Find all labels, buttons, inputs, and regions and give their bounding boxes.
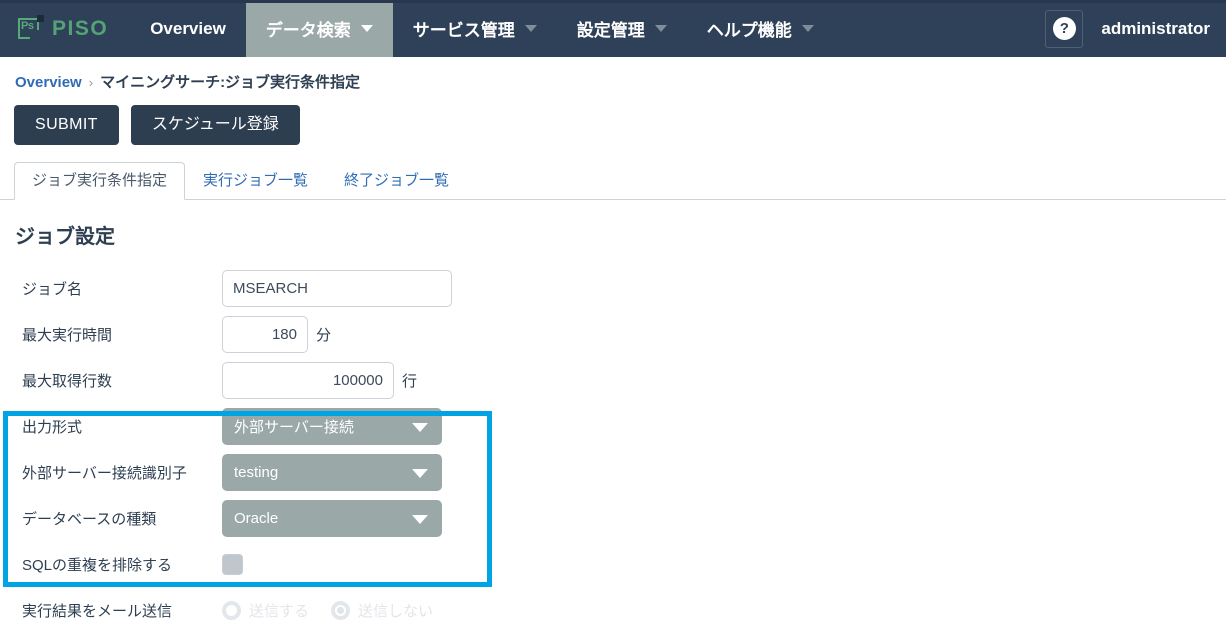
nav-item-settings-management[interactable]: 設定管理 bbox=[557, 0, 687, 57]
top-navbar: Ps PISO Overview データ検索 サービス管理 設定管理 ヘルプ機能… bbox=[0, 0, 1226, 57]
max-rows-label: 最大取得行数 bbox=[22, 373, 113, 391]
chevron-down-icon bbox=[412, 422, 428, 432]
max-time-unit: 分 bbox=[316, 327, 332, 345]
mail-result-label: 実行結果をメール送信 bbox=[22, 603, 173, 621]
tab-label: ジョブ実行条件指定 bbox=[32, 171, 168, 189]
brand-name: PISO bbox=[52, 16, 109, 40]
form-row-server-id: 外部サーバー接続識別子 testing bbox=[0, 450, 1226, 496]
navbar-accent-strip bbox=[0, 0, 1226, 3]
database-type-value: Oracle bbox=[234, 510, 279, 528]
job-name-input[interactable] bbox=[222, 270, 452, 308]
chevron-down-icon bbox=[654, 25, 667, 32]
nav-item-data-search[interactable]: データ検索 bbox=[245, 0, 393, 57]
max-time-label: 最大実行時間 bbox=[22, 327, 113, 345]
nav-item-label: ヘルプ機能 bbox=[706, 21, 792, 40]
mail-result-option-send[interactable]: 送信する bbox=[222, 600, 309, 621]
schedule-register-button[interactable]: スケジュール登録 bbox=[130, 105, 300, 145]
breadcrumb-link-overview[interactable]: Overview bbox=[15, 74, 82, 91]
max-rows-input[interactable] bbox=[222, 362, 394, 400]
help-button[interactable]: ? bbox=[1045, 9, 1084, 48]
form-row-dedupe-sql: SQLの重複を排除する bbox=[0, 542, 1226, 588]
chevron-down-icon bbox=[801, 25, 814, 32]
mail-result-radio-group: 送信する 送信しない bbox=[222, 600, 433, 621]
breadcrumb: Overview › マイニングサーチ:ジョブ実行条件指定 bbox=[0, 57, 1226, 92]
form-row-max-time: 最大実行時間 分 bbox=[0, 312, 1226, 358]
logo-corner-square bbox=[37, 15, 44, 22]
mail-result-option-dont-send[interactable]: 送信しない bbox=[331, 600, 433, 621]
radio-unselected-icon bbox=[222, 601, 241, 621]
server-id-value: testing bbox=[234, 464, 279, 482]
output-format-value: 外部サーバー接続 bbox=[234, 419, 354, 437]
radio-label: 送信しない bbox=[358, 603, 434, 621]
tab-label: 終了ジョブ一覧 bbox=[344, 171, 450, 189]
database-type-select[interactable]: Oracle bbox=[222, 500, 442, 538]
server-id-label: 外部サーバー接続識別子 bbox=[22, 465, 187, 483]
nav-item-label: 設定管理 bbox=[576, 21, 645, 40]
nav-item-service-management[interactable]: サービス管理 bbox=[393, 0, 557, 57]
nav-item-label: データ検索 bbox=[265, 21, 351, 40]
chevron-down-icon bbox=[412, 514, 428, 524]
output-format-select[interactable]: 外部サーバー接続 bbox=[222, 408, 442, 446]
max-rows-unit: 行 bbox=[402, 373, 418, 391]
brand-logo[interactable]: Ps PISO bbox=[0, 0, 130, 57]
tab-job-conditions[interactable]: ジョブ実行条件指定 bbox=[14, 161, 186, 200]
form-row-job-name: ジョブ名 bbox=[0, 266, 1226, 312]
action-button-bar: SUBMIT スケジュール登録 bbox=[0, 92, 1226, 145]
output-format-label: 出力形式 bbox=[22, 419, 83, 437]
chevron-down-icon bbox=[360, 25, 373, 32]
navbar-right-group: ? administrator bbox=[1045, 0, 1226, 57]
page-title: ジョブ設定 bbox=[15, 225, 115, 248]
piso-logo-icon: Ps bbox=[18, 15, 44, 41]
current-user-label[interactable]: administrator bbox=[1101, 19, 1210, 39]
database-type-label: データベースの種類 bbox=[22, 511, 157, 529]
job-name-label: ジョブ名 bbox=[22, 281, 83, 299]
question-mark-icon: ? bbox=[1052, 17, 1076, 40]
logo-mark-text: Ps bbox=[21, 20, 34, 32]
submit-button[interactable]: SUBMIT bbox=[14, 105, 119, 145]
server-id-select[interactable]: testing bbox=[222, 454, 442, 492]
chevron-down-icon bbox=[412, 468, 428, 478]
breadcrumb-current-page: マイニングサーチ:ジョブ実行条件指定 bbox=[100, 74, 361, 91]
dedupe-sql-label: SQLの重複を排除する bbox=[22, 557, 173, 575]
tab-bar: ジョブ実行条件指定 実行ジョブ一覧 終了ジョブ一覧 bbox=[0, 161, 1226, 200]
nav-item-help-functions[interactable]: ヘルプ機能 bbox=[687, 0, 834, 57]
max-time-input[interactable] bbox=[222, 316, 308, 354]
tab-finished-jobs[interactable]: 終了ジョブ一覧 bbox=[326, 162, 467, 200]
chevron-down-icon bbox=[524, 25, 537, 32]
dedupe-sql-checkbox[interactable] bbox=[222, 554, 243, 576]
nav-item-overview[interactable]: Overview bbox=[130, 0, 246, 57]
form-row-mail-result: 実行結果をメール送信 送信する 送信しない bbox=[0, 588, 1226, 634]
breadcrumb-separator-icon: › bbox=[88, 75, 94, 90]
nav-item-label: Overview bbox=[150, 18, 226, 38]
form-row-max-rows: 最大取得行数 行 bbox=[0, 358, 1226, 404]
radio-label: 送信する bbox=[249, 603, 310, 621]
radio-selected-icon bbox=[331, 601, 351, 621]
form-row-output-format: 出力形式 外部サーバー接続 bbox=[0, 404, 1226, 450]
nav-items: Overview データ検索 サービス管理 設定管理 ヘルプ機能 bbox=[130, 0, 834, 57]
tab-label: 実行ジョブ一覧 bbox=[203, 171, 309, 189]
tab-running-jobs[interactable]: 実行ジョブ一覧 bbox=[185, 162, 326, 200]
nav-item-label: サービス管理 bbox=[412, 21, 515, 40]
form-row-database-type: データベースの種類 Oracle bbox=[0, 496, 1226, 542]
job-settings-form: ジョブ名 最大実行時間 分 最大取得行数 行 出力形式 外部サーバー接続 外部サ… bbox=[0, 266, 1226, 634]
